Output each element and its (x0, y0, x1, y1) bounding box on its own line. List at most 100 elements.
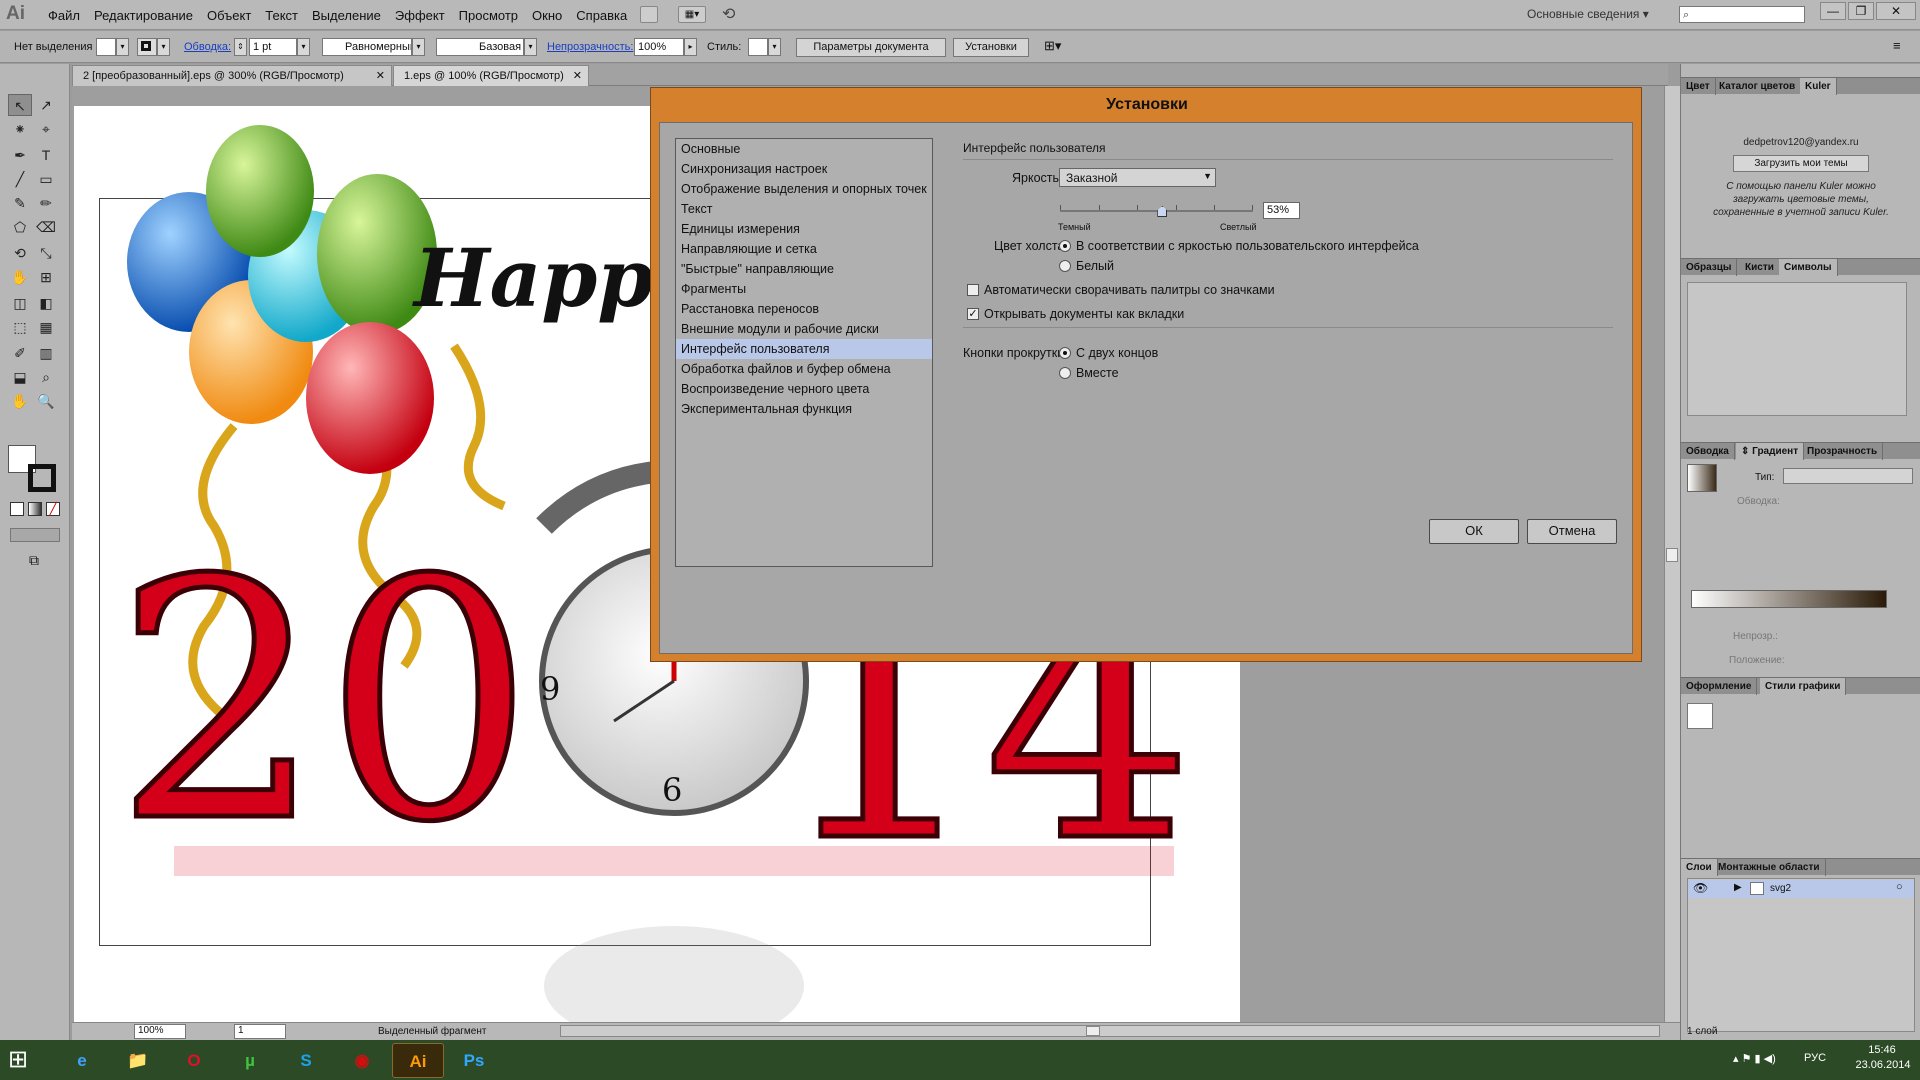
vertical-scrollbar[interactable] (1664, 86, 1680, 1022)
stroke-label[interactable]: Обводка: (184, 41, 231, 53)
category-user-interface[interactable]: Интерфейс пользователя (676, 339, 932, 359)
tab-stroke[interactable]: Обводка (1681, 443, 1735, 460)
rectangle-tool-icon[interactable]: ▭ (34, 168, 58, 190)
load-themes-button[interactable]: Загрузить мои темы (1733, 155, 1869, 172)
category-experimental[interactable]: Экспериментальная функция (676, 399, 932, 419)
layer-row[interactable]: 👁 ▶ svg2 ○ (1688, 880, 1914, 898)
illustrator-icon[interactable]: Ai (392, 1043, 444, 1078)
windows-start-icon[interactable]: ⊞ (8, 1046, 38, 1074)
canvas-match-ui-radio[interactable] (1059, 240, 1071, 252)
tab-artboards[interactable]: Монтажные области (1713, 859, 1826, 876)
paintbrush-tool-icon[interactable]: ✎ (8, 192, 32, 214)
stroke-stepper[interactable]: ⇕ (234, 38, 247, 56)
brightness-dropdown[interactable]: Заказной ▼ (1059, 168, 1216, 187)
layer-name[interactable]: svg2 (1770, 883, 1791, 894)
hand-tool-icon[interactable]: ✋ (8, 390, 32, 412)
lasso-tool-icon[interactable]: ⌖ (34, 118, 58, 140)
category-slices[interactable]: Фрагменты (676, 279, 932, 299)
scroll-together-label[interactable]: Вместе (1076, 366, 1119, 380)
menu-view[interactable]: Просмотр (456, 0, 529, 30)
vertical-scroll-thumb[interactable] (1666, 548, 1678, 562)
category-plugins-scratch[interactable]: Внешние модули и рабочие диски (676, 319, 932, 339)
style-swatch[interactable] (748, 38, 768, 56)
category-general[interactable]: Основные (676, 139, 932, 159)
help-search-input[interactable]: ⌕ (1679, 6, 1805, 23)
default-graphic-style[interactable] (1687, 703, 1713, 729)
brightness-percent-field[interactable]: 53% (1263, 202, 1300, 219)
scale-tool-icon[interactable]: ⤡ (34, 242, 58, 264)
gradient-mode-button[interactable] (28, 502, 42, 516)
open-as-tabs-label[interactable]: Открывать документы как вкладки (984, 307, 1184, 321)
line-tool-icon[interactable]: ╱ (8, 168, 32, 190)
slice-tool-icon[interactable]: ⌕ (34, 366, 58, 388)
category-file-handling[interactable]: Обработка файлов и буфер обмена (676, 359, 932, 379)
category-smart-guides[interactable]: "Быстрые" направляющие (676, 259, 932, 279)
eraser-tool-icon[interactable]: ⌫ (34, 216, 58, 238)
menu-file[interactable]: Файл (48, 0, 91, 30)
stroke-weight-dropdown[interactable]: ▾ (297, 38, 310, 56)
variable-width-profile[interactable]: Равномерный (322, 38, 412, 56)
close-tab-icon[interactable]: ✕ (376, 69, 385, 82)
tab-kuler[interactable]: Kuler (1800, 78, 1837, 95)
stroke-color-swatch[interactable] (28, 464, 56, 492)
brightness-slider-thumb[interactable] (1157, 206, 1168, 217)
language-indicator[interactable]: РУС (1804, 1052, 1826, 1064)
menu-select[interactable]: Выделение (309, 0, 392, 30)
magic-wand-tool-icon[interactable]: ⁕ (8, 118, 32, 140)
none-mode-button[interactable]: ╱ (46, 502, 60, 516)
stroke-dropdown[interactable]: ▾ (157, 38, 170, 56)
document-setup-button[interactable]: Параметры документа (796, 38, 946, 57)
opacity-field[interactable]: 100% (634, 38, 684, 56)
workspace-switcher[interactable]: Основные сведения ▾ (1527, 7, 1649, 21)
opacity-label[interactable]: Непрозрачность: (547, 41, 633, 53)
layer-target-icon[interactable]: ○ (1896, 881, 1903, 893)
tab-swatches[interactable]: Образцы (1681, 259, 1738, 276)
opacity-dropdown[interactable]: ▸ (684, 38, 697, 56)
opera-icon[interactable]: O (168, 1043, 220, 1078)
photoshop-icon[interactable]: Ps (448, 1043, 500, 1078)
shape-builder-tool-icon[interactable]: ◫ (8, 292, 32, 314)
menu-type[interactable]: Текст (262, 0, 309, 30)
close-tab-icon[interactable]: ✕ (573, 69, 582, 82)
open-as-tabs-checkbox[interactable]: ✓ (967, 308, 979, 320)
horizontal-scroll-thumb[interactable] (1086, 1026, 1100, 1036)
rotate-tool-icon[interactable]: ⟲ (8, 242, 32, 264)
visibility-eye-icon[interactable]: 👁 (1693, 881, 1708, 895)
menu-window[interactable]: Окно (529, 0, 573, 30)
canvas-match-ui-label[interactable]: В соответствии с яркостью пользовательск… (1076, 239, 1419, 253)
scroll-together-radio[interactable] (1059, 367, 1071, 379)
isolate-icon[interactable]: ⊞▾ (1044, 38, 1061, 54)
eyedropper-tool-icon[interactable]: ✐ (8, 342, 32, 364)
selection-tool-icon[interactable]: ↖ (8, 94, 32, 116)
stroke-swatch[interactable] (137, 38, 157, 56)
canvas-white-radio[interactable] (1059, 260, 1071, 272)
tray-icons[interactable]: ▴ ⚑ ▮ ◀) (1733, 1052, 1776, 1065)
category-units[interactable]: Единицы измерения (676, 219, 932, 239)
tab-graphic-styles[interactable]: Стили графики (1760, 678, 1847, 695)
tab-color-guide[interactable]: Каталог цветов (1714, 78, 1802, 95)
pencil-tool-icon[interactable]: ✏ (34, 192, 58, 214)
gradient-type-dropdown[interactable] (1783, 468, 1913, 484)
ok-button[interactable]: ОК (1429, 519, 1519, 544)
control-panel-menu-icon[interactable]: ≡ (1893, 38, 1901, 53)
category-hyphenation[interactable]: Расстановка переносов (676, 299, 932, 319)
artboard-number-field[interactable]: 1 (234, 1024, 286, 1039)
tab-document-2[interactable]: 2 [преобразованный].eps @ 300% (RGB/Прос… (72, 65, 392, 86)
menu-help[interactable]: Справка (573, 0, 638, 30)
tab-gradient[interactable]: ⇕ Градиент (1736, 443, 1805, 460)
menu-effect[interactable]: Эффект (392, 0, 456, 30)
pen-tool-icon[interactable]: ✒ (8, 144, 32, 166)
auto-collapse-checkbox[interactable] (967, 284, 979, 296)
free-transform-tool-icon[interactable]: ⊞ (34, 266, 58, 288)
menu-edit[interactable]: Редактирование (91, 0, 204, 30)
tab-color[interactable]: Цвет (1681, 78, 1716, 95)
internet-explorer-icon[interactable]: e (56, 1043, 108, 1078)
width-tool-icon[interactable]: ✋ (8, 266, 32, 288)
category-selection-anchor[interactable]: Отображение выделения и опорных точек (676, 179, 932, 199)
category-sync[interactable]: Синхронизация настроек (676, 159, 932, 179)
utorrent-icon[interactable]: µ (224, 1043, 276, 1078)
zoom-tool-icon[interactable]: 🔍 (34, 390, 58, 412)
fill-swatch[interactable] (96, 38, 116, 56)
auto-collapse-label[interactable]: Автоматически сворачивать палитры со зна… (984, 283, 1275, 297)
zoom-field[interactable]: 100% (134, 1024, 186, 1039)
